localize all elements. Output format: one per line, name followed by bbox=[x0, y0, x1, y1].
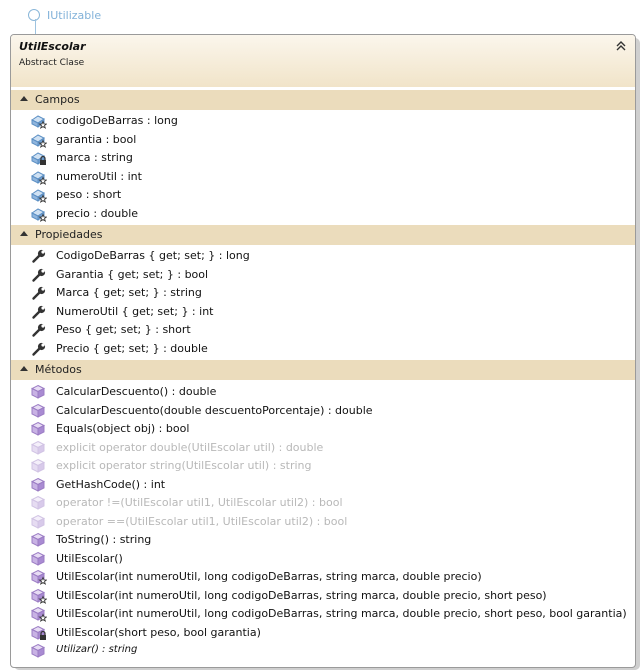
method-row[interactable]: GetHashCode() : int bbox=[11, 476, 635, 494]
method-row-text: operator !=(UtilEscolar util1, UtilEscol… bbox=[56, 496, 343, 509]
method-row-text: UtilEscolar() bbox=[56, 551, 123, 565]
class-header[interactable]: UtilEscolar Abstract Clase bbox=[11, 35, 635, 87]
field-row[interactable]: peso : short bbox=[11, 186, 635, 204]
property-row[interactable]: Precio { get; set; } : double bbox=[11, 340, 635, 358]
section-propiedades[interactable]: Propiedades bbox=[11, 225, 635, 245]
method-icon bbox=[30, 495, 47, 511]
method-row[interactable]: explicit operator string(UtilEscolar uti… bbox=[11, 457, 635, 475]
property-row-text: NumeroUtil { get; set; } : int bbox=[56, 304, 214, 318]
field-row-text: peso : short bbox=[56, 188, 122, 201]
field-row-text: numeroUtil : int bbox=[56, 169, 142, 183]
method-icon bbox=[30, 421, 47, 437]
method-icon bbox=[30, 403, 47, 419]
field-icon bbox=[31, 132, 48, 148]
method-row[interactable]: ToString() : string bbox=[11, 531, 635, 549]
method-icon bbox=[30, 477, 47, 493]
section-title: Propiedades bbox=[35, 228, 103, 241]
protected-method-icon bbox=[30, 588, 48, 604]
property-row-text: Garantia { get; set; } : bool bbox=[56, 267, 209, 281]
method-row[interactable]: UtilEscolar(int numeroUtil, long codigoD… bbox=[11, 605, 635, 623]
class-name: UtilEscolar bbox=[19, 40, 86, 53]
method-row[interactable]: operator ==(UtilEscolar util1, UtilEscol… bbox=[11, 513, 635, 531]
class-box[interactable]: UtilEscolar Abstract Clase Campos codigo… bbox=[10, 34, 636, 668]
property-row[interactable]: NumeroUtil { get; set; } : int bbox=[11, 303, 635, 321]
method-icon bbox=[30, 384, 47, 400]
property-row[interactable]: Marca { get; set; } : string bbox=[11, 284, 635, 302]
interface-circle-icon bbox=[28, 9, 40, 21]
expand-triangle-icon[interactable] bbox=[20, 96, 28, 101]
field-row-text: precio : double bbox=[56, 206, 139, 220]
field-icon bbox=[31, 113, 48, 129]
method-row[interactable]: operator !=(UtilEscolar util1, UtilEscol… bbox=[11, 494, 635, 512]
method-row[interactable]: CalcularDescuento(double descuentoPorcen… bbox=[11, 402, 635, 420]
property-icon bbox=[31, 285, 47, 301]
property-row-text: Marca { get; set; } : string bbox=[56, 286, 202, 299]
method-row-text: GetHashCode() : int bbox=[56, 477, 166, 491]
method-icon bbox=[30, 458, 47, 474]
expand-triangle-icon[interactable] bbox=[20, 366, 28, 371]
method-row[interactable]: CalcularDescuento() : double bbox=[11, 383, 635, 401]
property-icon bbox=[31, 267, 47, 283]
method-row[interactable]: Utilizar() : string bbox=[11, 642, 635, 660]
private-method-icon bbox=[30, 625, 47, 641]
expand-triangle-icon[interactable] bbox=[20, 231, 28, 236]
method-row[interactable]: UtilEscolar(int numeroUtil, long codigoD… bbox=[11, 568, 635, 586]
field-row[interactable]: garantia : bool bbox=[11, 131, 635, 149]
field-row[interactable]: codigoDeBarras : long bbox=[11, 112, 635, 130]
field-icon bbox=[31, 187, 48, 203]
property-icon bbox=[31, 341, 47, 357]
property-icon bbox=[31, 322, 47, 338]
field-icon bbox=[31, 206, 48, 222]
property-row[interactable]: CodigoDeBarras { get; set; } : long bbox=[11, 247, 635, 265]
field-icon bbox=[31, 169, 48, 185]
field-row[interactable]: precio : double bbox=[11, 205, 635, 223]
method-row-text: UtilEscolar(int numeroUtil, long codigoD… bbox=[56, 607, 627, 620]
field-row-text: garantia : bool bbox=[56, 132, 137, 146]
interface-label: IUtilizable bbox=[47, 9, 102, 22]
section-campos[interactable]: Campos bbox=[11, 90, 635, 110]
collapse-chevrons-icon[interactable] bbox=[614, 40, 628, 54]
section-title: Campos bbox=[35, 93, 80, 106]
interface-connector-line bbox=[35, 19, 36, 35]
method-icon bbox=[30, 440, 47, 456]
field-row[interactable]: marca : string bbox=[11, 149, 635, 167]
property-row-text: Precio { get; set; } : double bbox=[56, 341, 208, 355]
method-icon bbox=[30, 532, 47, 548]
method-row-text: CalcularDescuento(double descuentoPorcen… bbox=[56, 403, 373, 417]
class-kind: Abstract Clase bbox=[19, 58, 85, 68]
field-row[interactable]: numeroUtil : int bbox=[11, 168, 635, 186]
section-metodos[interactable]: Métodos bbox=[11, 360, 635, 380]
property-row-text: Peso { get; set; } : short bbox=[56, 323, 191, 336]
protected-method-icon bbox=[30, 569, 48, 585]
method-row[interactable]: Equals(object obj) : bool bbox=[11, 420, 635, 438]
field-row-text: codigoDeBarras : long bbox=[56, 114, 178, 127]
protected-method-icon bbox=[30, 606, 48, 622]
property-row[interactable]: Garantia { get; set; } : bool bbox=[11, 266, 635, 284]
method-row-text: Equals(object obj) : bool bbox=[56, 422, 190, 435]
method-row-text: ToString() : string bbox=[56, 533, 152, 546]
method-icon bbox=[30, 514, 47, 530]
method-row-text: explicit operator double(UtilEscolar uti… bbox=[56, 440, 324, 454]
method-row-text: UtilEscolar(int numeroUtil, long codigoD… bbox=[56, 570, 482, 583]
method-row-text: UtilEscolar(int numeroUtil, long codigoD… bbox=[56, 588, 547, 602]
method-icon bbox=[30, 551, 47, 567]
property-icon bbox=[31, 248, 47, 264]
method-row-text: Utilizar() : string bbox=[56, 644, 138, 655]
method-row[interactable]: UtilEscolar(int numeroUtil, long codigoD… bbox=[11, 587, 635, 605]
method-row[interactable]: UtilEscolar() bbox=[11, 550, 635, 568]
method-icon bbox=[30, 643, 47, 659]
property-row-text: CodigoDeBarras { get; set; } : long bbox=[56, 249, 250, 262]
private-field-icon bbox=[31, 150, 47, 166]
method-row-text: explicit operator string(UtilEscolar uti… bbox=[56, 459, 312, 472]
method-row-text: CalcularDescuento() : double bbox=[56, 385, 217, 398]
field-row-text: marca : string bbox=[56, 151, 133, 164]
method-row[interactable]: UtilEscolar(short peso, bool garantia) bbox=[11, 624, 635, 642]
method-row-text: UtilEscolar(short peso, bool garantia) bbox=[56, 625, 261, 639]
method-row-text: operator ==(UtilEscolar util1, UtilEscol… bbox=[56, 514, 348, 528]
method-row[interactable]: explicit operator double(UtilEscolar uti… bbox=[11, 439, 635, 457]
section-title: Métodos bbox=[35, 363, 82, 376]
property-icon bbox=[31, 304, 47, 320]
property-row[interactable]: Peso { get; set; } : short bbox=[11, 321, 635, 339]
